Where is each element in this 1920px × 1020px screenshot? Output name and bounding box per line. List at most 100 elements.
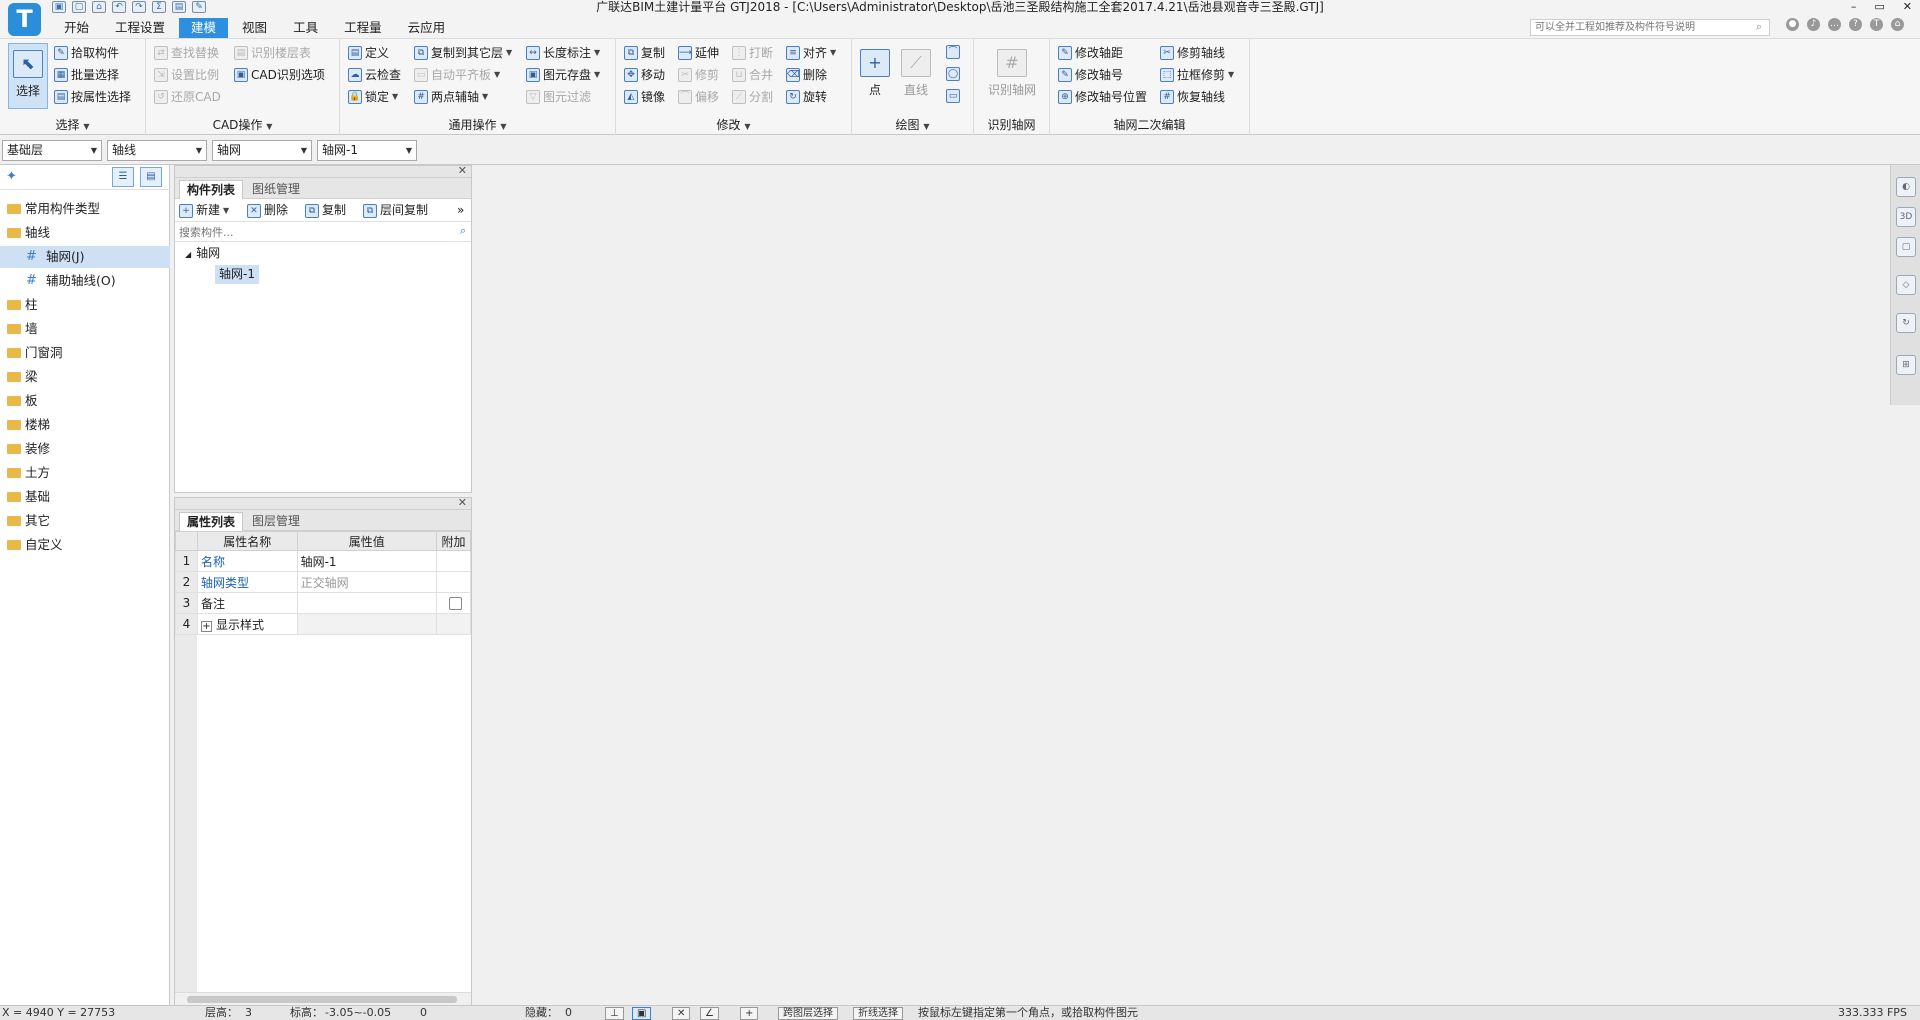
attach-checkbox[interactable] — [448, 597, 462, 610]
floor-select[interactable]: 基础层 ▼ — [2, 140, 102, 161]
nav-item-earthwork[interactable]: 土方 — [0, 462, 170, 484]
table-row[interactable]: 2 轴网类型 正交轴网 — [175, 571, 471, 593]
cross-snap-button[interactable]: ✕ — [672, 1007, 691, 1020]
copy-button[interactable]: ⧉ 复制 — [624, 43, 665, 63]
arc-icon[interactable]: ⌒ — [946, 45, 960, 59]
ribbon-group-label[interactable]: 通用操作 ▼ — [340, 116, 615, 133]
property-value-input[interactable]: 轴网-1 — [296, 550, 438, 572]
orbit-icon[interactable]: ◐ — [1896, 177, 1916, 197]
type-select[interactable]: 轴网 ▼ — [212, 140, 312, 161]
box-trim-button[interactable]: ⬚ 拉框修剪 ▼ — [1160, 65, 1234, 85]
drawing-canvas[interactable] — [474, 165, 1890, 1005]
tab-tools[interactable]: 工具 — [281, 18, 330, 38]
new-file-icon[interactable]: ▢ — [72, 1, 86, 13]
open-folder-icon[interactable]: ⌂ — [92, 1, 106, 13]
modify-axis-spacing-button[interactable]: ✎ 修改轴距 — [1058, 43, 1123, 63]
edit-icon[interactable]: ✎ — [192, 1, 206, 13]
rectangle-icon[interactable]: ▭ — [946, 89, 960, 103]
table-row[interactable]: 1 名称 轴网-1 — [175, 550, 471, 572]
restore-cad-button[interactable]: ↺ 还原CAD — [154, 87, 221, 107]
nav-item-slab[interactable]: 板 — [0, 390, 170, 412]
new-component-button[interactable]: + 新建 ▼ — [179, 201, 229, 220]
auto-align-slab-button[interactable]: ▭ 自动平齐板 ▼ — [414, 65, 500, 85]
snap-mode-button[interactable]: ▣ — [632, 1007, 652, 1020]
ribbon-group-label[interactable]: 选择 ▼ — [0, 116, 145, 133]
nav-item-aux-axis[interactable]: # 辅助轴线(O) — [0, 270, 170, 292]
app-logo[interactable]: T — [8, 3, 41, 36]
category-select[interactable]: 轴线 ▼ — [107, 140, 207, 161]
restore-axis-button[interactable]: # 恢复轴线 — [1160, 87, 1225, 107]
pick-component-button[interactable]: ✎ 拾取构件 — [54, 43, 119, 63]
rotate-button[interactable]: ↻ 旋转 — [786, 87, 827, 107]
two-point-aux-axis-button[interactable]: # 两点辅轴 ▼ — [414, 87, 488, 107]
ribbon-group-label[interactable]: 修改 ▼ — [616, 116, 851, 133]
select-big-button[interactable]: ⬉ 选择 — [8, 43, 48, 109]
set-scale-button[interactable]: ⇲ 设置比例 — [154, 65, 219, 85]
tab-modeling[interactable]: 建模 — [179, 18, 229, 38]
cloud-check-button[interactable]: ☁ 云检查 — [348, 65, 401, 85]
element-filter-button[interactable]: ▽ 图元过滤 — [526, 87, 591, 107]
batch-select-button[interactable]: ▦ 批量选择 — [54, 65, 119, 85]
cube-view-icon[interactable]: ◇ — [1896, 275, 1916, 295]
offset-button[interactable]: ⌒ 偏移 — [678, 87, 719, 107]
close-icon[interactable]: ✕ — [458, 164, 467, 177]
align-button[interactable]: ≡ 对齐 ▼ — [786, 43, 836, 63]
collapse-triangle-icon[interactable]: ◢ — [185, 250, 191, 259]
rotate-view-icon[interactable]: ↻ — [1896, 313, 1916, 333]
nav-item-stairs[interactable]: 楼梯 — [0, 414, 170, 436]
shirt-icon[interactable]: T — [1870, 18, 1883, 31]
sparkle-icon[interactable]: ✦ — [6, 169, 17, 184]
split-button[interactable]: ⟋ 分割 — [732, 87, 773, 107]
tab-quantities[interactable]: 工程量 — [332, 18, 394, 38]
property-value-input[interactable] — [296, 592, 438, 614]
break-button[interactable]: ⋮ 打断 — [732, 43, 773, 63]
mirror-button[interactable]: ◭ 镜像 — [624, 87, 665, 107]
nav-item-common-types[interactable]: 常用构件类型 — [0, 198, 170, 220]
close-icon[interactable]: ✕ — [458, 496, 467, 509]
recognize-axis-grid-button[interactable]: # 识别轴网 — [978, 43, 1046, 105]
extend-button[interactable]: ⟶ 延伸 — [678, 43, 719, 63]
tab-property-list[interactable]: 属性列表 — [179, 512, 244, 531]
help-search-input[interactable] — [1530, 19, 1770, 36]
modify-axis-label-button[interactable]: ✎ 修改轴号 — [1058, 65, 1123, 85]
draw-point-button[interactable]: + 点 — [858, 43, 892, 105]
copy-component-button[interactable]: ⧉ 复制 — [305, 201, 346, 220]
circle-icon[interactable]: ◯ — [946, 67, 960, 81]
lock-button[interactable]: 🔒 锁定 ▼ — [348, 87, 398, 107]
list-view-icon[interactable]: ☰ — [112, 167, 134, 187]
grid-view-icon[interactable]: ⊞ — [1896, 355, 1916, 375]
copy-between-floors-button[interactable]: ⧉ 层间复制 — [363, 201, 428, 220]
search-icon[interactable]: ⌕ — [460, 224, 466, 238]
scrollbar-thumb[interactable] — [187, 996, 457, 1003]
table-row[interactable]: 4 + 显示样式 — [175, 613, 471, 635]
component-select[interactable]: 轴网-1 ▼ — [317, 140, 417, 161]
define-button[interactable]: ▤ 定义 — [348, 43, 389, 63]
cad-recognize-options-button[interactable]: ▣ CAD识别选项 — [234, 65, 325, 85]
component-search-input[interactable] — [175, 223, 471, 242]
modify-axis-label-position-button[interactable]: ⊕ 修改轴号位置 — [1058, 87, 1147, 107]
3d-view-icon[interactable]: 3D — [1896, 207, 1916, 227]
tab-cloud-apps[interactable]: 云应用 — [396, 18, 458, 38]
user-icon[interactable]: ● — [1786, 18, 1799, 31]
chat-icon[interactable]: … — [1828, 18, 1841, 31]
nav-item-wall[interactable]: 墙 — [0, 318, 170, 340]
tree-leaf-axis-grid-1[interactable]: 轴网-1 — [215, 265, 259, 284]
nav-item-column[interactable]: 柱 — [0, 294, 170, 316]
recognize-floor-table-button[interactable]: ▤ 识别楼层表 — [234, 43, 311, 63]
tab-view[interactable]: 视图 — [230, 18, 279, 38]
card-view-icon[interactable]: ▤ — [140, 167, 162, 187]
nav-item-axis-grid[interactable]: # 轴网(J) — [0, 246, 170, 268]
nav-item-other[interactable]: 其它 — [0, 510, 170, 532]
copy-to-other-floors-button[interactable]: ⧉ 复制到其它层 ▼ — [414, 43, 512, 63]
tab-component-list[interactable]: 构件列表 — [179, 180, 244, 199]
restore-button[interactable]: ▭ — [1874, 0, 1884, 14]
polyline-select-button[interactable]: 折线选择 — [853, 1007, 903, 1020]
merge-button[interactable]: ⊔ 合并 — [732, 65, 773, 85]
help-icon[interactable]: ? — [1849, 18, 1862, 31]
horizontal-scrollbar[interactable] — [175, 992, 471, 1006]
nav-item-decoration[interactable]: 装修 — [0, 438, 170, 460]
move-button[interactable]: ✥ 移动 — [624, 65, 665, 85]
search-icon[interactable]: ⌕ — [1756, 20, 1762, 34]
tab-layer-management[interactable]: 图层管理 — [245, 512, 307, 531]
nav-item-beam[interactable]: 梁 — [0, 366, 170, 388]
